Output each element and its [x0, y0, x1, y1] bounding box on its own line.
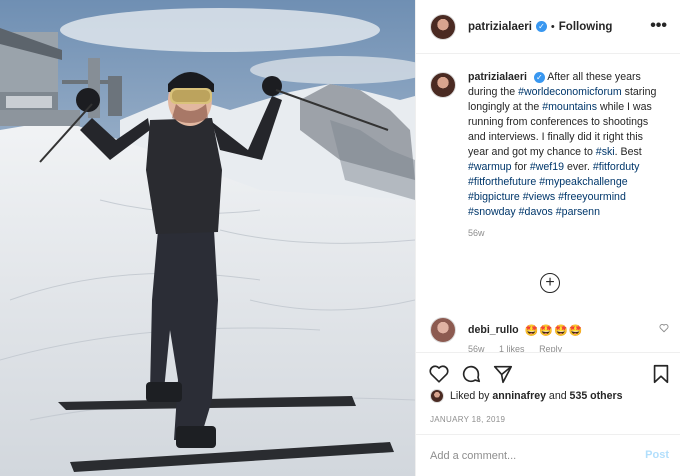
bookmark-icon[interactable]: [650, 363, 672, 385]
like-heart-icon[interactable]: [428, 363, 450, 385]
ski-photo-illustration: [0, 0, 415, 476]
comment-time: 56w: [468, 344, 485, 352]
share-send-icon[interactable]: [492, 363, 514, 385]
hashtag-link[interactable]: #wef19: [530, 161, 564, 173]
following-button[interactable]: Following: [559, 21, 613, 33]
hashtag-link[interactable]: #warmup: [468, 161, 512, 173]
post-header: patrizialaeri ✓ • Following •••: [416, 0, 680, 54]
author-avatar[interactable]: [430, 13, 456, 40]
hashtag-link[interactable]: #fitforthefuture: [468, 176, 536, 188]
add-comment-input[interactable]: [430, 447, 630, 465]
action-bar: [416, 352, 680, 392]
comment-reply[interactable]: Reply: [539, 344, 562, 352]
comment-text: 🤩🤩🤩🤩: [524, 324, 584, 337]
likes-others-link[interactable]: 535 others: [570, 390, 623, 402]
verified-badge-icon: ✓: [535, 21, 547, 32]
comment-like-heart-icon[interactable]: [659, 323, 669, 333]
comment-meta: 56w 1 likes Reply: [468, 344, 574, 352]
post-caption: patrizialaeri ✓ After all these years du…: [430, 70, 675, 241]
more-dots-icon[interactable]: •••: [650, 17, 667, 35]
likes-summary: Liked by anninafrey and 535 others: [430, 389, 623, 403]
comment-likes[interactable]: 1 likes: [499, 344, 525, 352]
separator-dot: •: [550, 20, 555, 33]
caption-time-ago[interactable]: 56w: [468, 226, 663, 241]
add-comment-bar: Post: [416, 434, 680, 476]
comment-bubble-icon[interactable]: [460, 363, 482, 385]
hashtag-link[interactable]: #parsenn: [556, 206, 600, 218]
caption-text-segment: . Best: [614, 146, 642, 158]
post-date: JANUARY 18, 2019: [430, 415, 506, 424]
caption-body: After all these years during the #worlde…: [468, 71, 656, 218]
hashtag-link[interactable]: #mypeakchallenge: [539, 176, 627, 188]
hashtag-link[interactable]: #davos: [519, 206, 553, 218]
hashtag-link[interactable]: #snowday: [468, 206, 516, 218]
likes-text: Liked by anninafrey and 535 others: [450, 390, 623, 402]
liker-username[interactable]: anninafrey: [492, 390, 546, 402]
caption-text-segment: ever.: [564, 161, 593, 173]
post-comment-button[interactable]: Post: [645, 449, 669, 461]
likes-prefix: Liked by: [450, 390, 493, 402]
hashtag-link[interactable]: #views: [523, 191, 555, 203]
hashtag-link[interactable]: #freeyourmind: [558, 191, 626, 203]
caption-username[interactable]: patrizialaeri: [468, 71, 527, 83]
hashtag-link[interactable]: #worldeconomicforum: [518, 86, 622, 98]
caption-text: patrizialaeri ✓ After all these years du…: [468, 70, 663, 241]
likes-middle: and: [545, 390, 570, 402]
hashtag-link[interactable]: #mountains: [542, 101, 597, 113]
verified-badge-icon: ✓: [533, 72, 545, 83]
hashtag-link[interactable]: #ski: [596, 146, 615, 158]
caption-text-segment: for: [511, 161, 530, 173]
author-username[interactable]: patrizialaeri: [468, 21, 532, 33]
liker-avatar[interactable]: [430, 389, 444, 403]
hashtag-link[interactable]: #fitforduty: [593, 161, 640, 173]
load-more-comments-button[interactable]: +: [540, 273, 560, 293]
commenter-avatar[interactable]: [430, 317, 456, 343]
post-photo[interactable]: [0, 0, 415, 476]
post-sidebar: patrizialaeri ✓ • Following ••• patrizia…: [415, 0, 680, 476]
caption-author-avatar[interactable]: [430, 72, 456, 98]
commenter-username[interactable]: debi_rullo: [468, 324, 519, 336]
hashtag-link[interactable]: #bigpicture: [468, 191, 520, 203]
comment-item: debi_rullo 🤩🤩🤩🤩: [430, 317, 675, 343]
